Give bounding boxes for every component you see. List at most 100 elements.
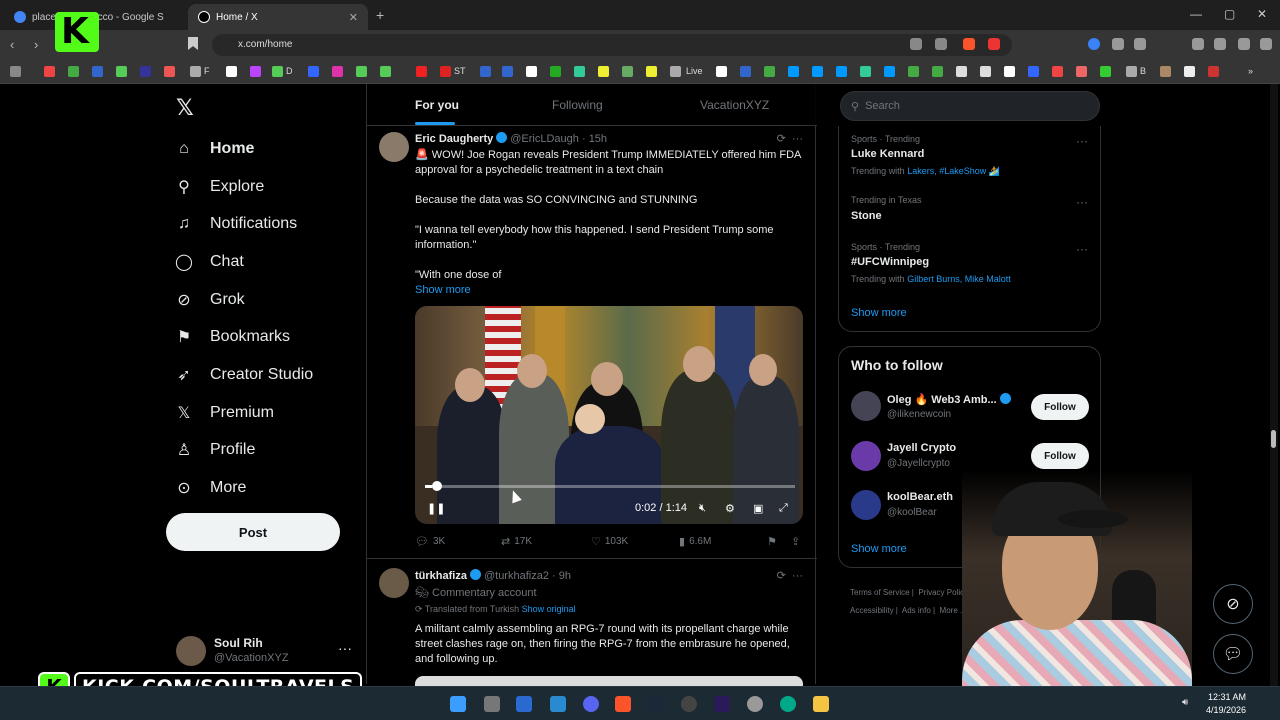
file-explorer-icon[interactable] xyxy=(813,696,829,712)
author-name[interactable]: türkhafiza xyxy=(415,570,467,582)
bookmark-icon[interactable] xyxy=(1208,66,1219,77)
bookmark-icon[interactable] xyxy=(646,66,657,77)
grok-explain-icon[interactable]: ⟳ xyxy=(777,570,786,582)
back-icon[interactable]: ‹ xyxy=(10,37,14,52)
tweet-time[interactable]: · 9h xyxy=(552,570,571,582)
author-name[interactable]: Eric Daugherty xyxy=(415,133,493,145)
bookmark-icon[interactable] xyxy=(44,66,55,77)
brave-icon[interactable] xyxy=(615,696,631,712)
bookmark-icon[interactable] xyxy=(1100,66,1111,77)
steam-icon[interactable] xyxy=(648,696,664,712)
trend-related-link[interactable]: Lakers, #LakeShow 🏄 xyxy=(907,166,1000,176)
tab-vacationxyz[interactable]: VacationXYZ xyxy=(700,98,769,112)
close-tab-icon[interactable]: ✕ xyxy=(349,11,358,24)
bookmark-icon[interactable] xyxy=(812,66,823,77)
footer-link[interactable]: Accessibility xyxy=(850,606,894,615)
bookmark-icon[interactable] xyxy=(164,66,175,77)
bookmark-icon[interactable] xyxy=(836,66,847,77)
share-icon[interactable] xyxy=(935,38,947,50)
bookmark-icon[interactable] xyxy=(308,66,319,77)
avatar[interactable] xyxy=(379,568,409,598)
bookmark-icon[interactable] xyxy=(226,66,237,77)
nav-explore[interactable]: ⚲ Explore xyxy=(174,172,264,202)
tab-for-you[interactable]: For you xyxy=(415,98,459,112)
bookmark-icon[interactable] xyxy=(1052,66,1063,77)
avatar[interactable] xyxy=(851,391,881,421)
footer-link[interactable]: Ads info xyxy=(902,606,931,615)
bookmark-icon[interactable] xyxy=(332,66,343,77)
bookmark-icon[interactable] xyxy=(550,66,561,77)
close-window-icon[interactable]: ✕ xyxy=(1257,7,1267,21)
app-icon[interactable] xyxy=(516,696,532,712)
video-player[interactable]: ❚❚ 0:02 / 1:14 🔇︎ ⚙ ▣ ⤢ xyxy=(415,306,803,524)
grok-floating-icon[interactable]: ⊘ xyxy=(1213,584,1253,624)
wallet-icon[interactable] xyxy=(1214,38,1226,50)
premiere-icon[interactable] xyxy=(714,696,730,712)
bookmark-icon[interactable] xyxy=(272,66,283,77)
bookmark-icon[interactable] xyxy=(250,66,261,77)
more-bookmarks-icon[interactable]: » xyxy=(1248,66,1253,76)
bookmark-icon[interactable] xyxy=(956,66,967,77)
trend-name[interactable]: Stone xyxy=(851,210,882,222)
views-button[interactable]: ▮ 6.6M xyxy=(679,535,711,548)
bookmark-icon[interactable] xyxy=(380,66,391,77)
pip-icon[interactable]: ▣ xyxy=(753,502,763,515)
folder-icon[interactable] xyxy=(190,66,201,77)
sidebar-icon[interactable] xyxy=(1134,38,1146,50)
account-switcher[interactable]: Soul Rih @VacationXYZ ··· xyxy=(176,634,356,670)
obs-icon[interactable] xyxy=(681,696,697,712)
apps-icon[interactable] xyxy=(10,66,21,77)
trend-name[interactable]: Luke Kennard xyxy=(851,148,924,160)
follow-name[interactable]: Oleg 🔥 Web3 Amb... xyxy=(887,393,1014,406)
app-icon[interactable] xyxy=(550,696,566,712)
scrollbar[interactable] xyxy=(1270,84,1278,686)
follow-handle[interactable]: @Jayellcrypto xyxy=(887,458,950,469)
profile-icon[interactable] xyxy=(1192,38,1204,50)
grok-explain-icon[interactable]: ⟳ xyxy=(777,133,786,145)
tweet[interactable]: türkhafiza @turkhafiza2 · 9h ⟳ ··· 🎭︎ Com… xyxy=(367,560,817,686)
browser-tab-x[interactable]: Home / X ✕ xyxy=(188,4,368,30)
tweet-time[interactable]: · 15h xyxy=(582,133,607,145)
nav-bookmarks[interactable]: ⚑ Bookmarks xyxy=(174,322,290,352)
settings-icon[interactable]: ⚙ xyxy=(725,502,735,515)
messages-floating-icon[interactable]: 💬︎ xyxy=(1213,634,1253,674)
start-icon[interactable] xyxy=(450,696,466,712)
x-logo[interactable]: 𝕏 xyxy=(176,96,194,121)
footer-link[interactable]: Terms of Service xyxy=(850,588,910,597)
bookmark-icon[interactable] xyxy=(1004,66,1015,77)
puzzle-icon[interactable] xyxy=(1112,38,1124,50)
bookmark-icon[interactable] xyxy=(440,66,451,77)
tab-following[interactable]: Following xyxy=(552,98,603,112)
nav-creator-studio[interactable]: ➶ Creator Studio xyxy=(174,360,313,390)
fullscreen-icon[interactable]: ⤢ xyxy=(779,502,788,515)
discord-icon[interactable] xyxy=(583,696,599,712)
bookmark-icon[interactable] xyxy=(860,66,871,77)
bookmark-button[interactable]: ⚑ xyxy=(767,535,781,548)
search-input[interactable]: ⚲ Search xyxy=(840,91,1100,121)
brave-rewards-icon[interactable] xyxy=(988,38,1000,50)
volume-icon[interactable]: 🔊︎ xyxy=(1182,697,1188,708)
bookmark-icon[interactable] xyxy=(622,66,633,77)
bookmark-icon[interactable] xyxy=(884,66,895,77)
bookmark-icon[interactable] xyxy=(1028,66,1039,77)
bookmark-icon[interactable] xyxy=(740,66,751,77)
follow-button[interactable]: Follow xyxy=(1031,443,1089,469)
author-handle[interactable]: @turkhafiza2 xyxy=(484,570,549,582)
bookmark-icon[interactable] xyxy=(574,66,585,77)
scrollbar-thumb[interactable] xyxy=(1271,430,1276,448)
author-handle[interactable]: @EricLDaugh xyxy=(510,133,579,145)
url-field[interactable]: x.com/home xyxy=(212,34,1012,56)
bookmark-icon[interactable] xyxy=(356,66,367,77)
new-tab-icon[interactable]: + xyxy=(376,7,384,23)
nav-chat[interactable]: ◯ Chat xyxy=(174,247,244,277)
nav-premium[interactable]: 𝕏 Premium xyxy=(174,398,274,428)
bookmark-icon[interactable] xyxy=(526,66,537,77)
bookmark-icon[interactable] xyxy=(92,66,103,77)
folder-icon[interactable] xyxy=(1126,66,1137,77)
bookmark-icon[interactable] xyxy=(140,66,151,77)
post-button[interactable]: Post xyxy=(166,513,340,551)
nav-grok[interactable]: ⊘ Grok xyxy=(174,285,244,315)
bookmark-icon[interactable] xyxy=(416,66,427,77)
nav-more[interactable]: ⊙ More xyxy=(174,473,246,503)
bookmark-label[interactable]: B xyxy=(1140,66,1146,76)
